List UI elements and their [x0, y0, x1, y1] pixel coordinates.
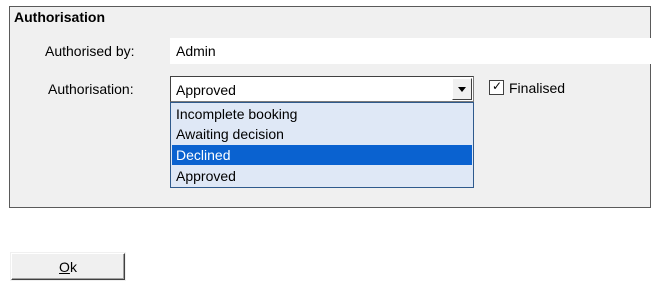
checkmark-icon: ✓ — [492, 79, 503, 93]
authorisation-dropdown-list[interactable]: Incomplete booking Awaiting decision Dec… — [170, 102, 474, 188]
authorisation-label: Authorisation: — [48, 81, 134, 97]
authorisation-combobox[interactable]: Approved — [170, 76, 474, 102]
option-incomplete-booking[interactable]: Incomplete booking — [172, 104, 472, 124]
authorisation-group: Authorisation Authorised by: Admin Autho… — [9, 6, 652, 208]
finalised-checkbox[interactable]: ✓ — [489, 79, 504, 95]
ok-button-label: Ok — [12, 259, 124, 275]
ok-button[interactable]: Ok — [11, 253, 125, 280]
authorised-by-label: Authorised by: — [45, 43, 135, 59]
group-title: Authorisation — [14, 9, 105, 25]
authorised-by-value: Admin — [176, 43, 216, 59]
chevron-down-icon — [458, 87, 466, 92]
authorised-by-field: Admin — [170, 38, 652, 64]
option-awaiting-decision[interactable]: Awaiting decision — [172, 124, 472, 144]
finalised-label[interactable]: Finalised — [509, 80, 565, 96]
ok-mnemonic: O — [59, 259, 70, 275]
authorisation-selected-value: Approved — [176, 82, 236, 98]
ok-label-rest: k — [69, 259, 77, 275]
option-declined[interactable]: Declined — [172, 145, 472, 165]
option-approved[interactable]: Approved — [172, 166, 472, 186]
dropdown-button[interactable] — [452, 78, 472, 100]
